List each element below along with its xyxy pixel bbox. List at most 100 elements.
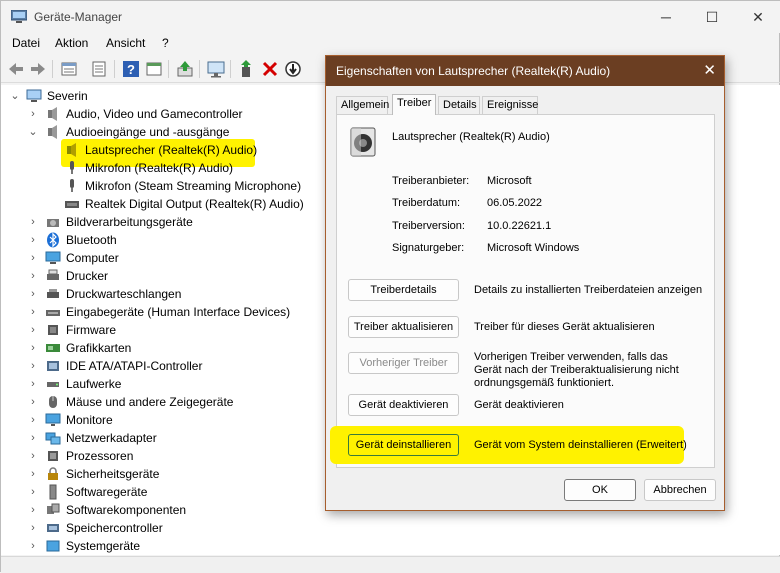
computer-icon	[45, 251, 61, 264]
update-driver-desc: Treiber für dieses Gerät aktualisieren	[474, 321, 655, 333]
digital-output-icon	[65, 201, 79, 208]
prop-value-provider: Microsoft	[487, 175, 532, 187]
security-device-icon	[48, 467, 58, 480]
prop-value-signer: Microsoft Windows	[487, 242, 580, 254]
rollback-driver-desc: Vorherigen Treiber verwenden, falls das …	[474, 351, 679, 389]
speaker-icon	[48, 107, 57, 121]
menu-bar: Datei Aktion Ansicht ?	[1, 34, 780, 54]
minimize-button[interactable]: ─	[643, 1, 689, 33]
cancel-button[interactable]: Abbrechen	[644, 479, 716, 501]
uninstall-device-desc: Gerät vom System deinstallieren (Erweite…	[474, 439, 687, 451]
close-button[interactable]: ✕	[735, 1, 780, 33]
status-bar	[1, 556, 780, 573]
chevron-down-icon[interactable]: ⌄	[9, 90, 21, 102]
tab-allgemein[interactable]: Allgemein	[336, 96, 389, 114]
chevron-down-icon[interactable]: ⌄	[27, 126, 39, 138]
chevron-right-icon[interactable]: ›	[27, 324, 39, 336]
device-manager-app-icon	[11, 10, 27, 23]
scan-hardware-icon[interactable]	[206, 59, 226, 79]
network-adapter-icon	[45, 432, 61, 445]
graphics-card-icon	[46, 344, 60, 352]
software-component-icon	[47, 503, 60, 514]
device-manager-window: Geräte-Manager ─ ☐ ✕ Datei Aktion Ansich…	[0, 0, 780, 573]
rollback-driver-button[interactable]: Vorheriger Treiber	[348, 352, 459, 374]
dialog-title-bar: Eigenschaften von Lautsprecher (Realtek(…	[326, 56, 724, 86]
window-view-icon[interactable]	[144, 59, 164, 79]
forward-icon[interactable]	[28, 59, 48, 79]
window-title: Geräte-Manager	[34, 10, 123, 24]
processor-icon	[48, 451, 58, 461]
disable-device-desc: Gerät deaktivieren	[474, 399, 564, 411]
device-name: Lautsprecher (Realtek(R) Audio)	[392, 131, 550, 143]
driver-details-desc: Details zu installierten Treiberdateien …	[474, 284, 703, 296]
chevron-right-icon[interactable]: ›	[27, 414, 39, 426]
chevron-right-icon[interactable]: ›	[27, 306, 39, 318]
tab-ereignisse[interactable]: Ereignisse	[482, 96, 538, 114]
disable-device-icon[interactable]	[283, 59, 303, 79]
svg-text:?: ?	[127, 62, 135, 77]
disable-device-button[interactable]: Gerät deaktivieren	[348, 394, 459, 416]
chevron-right-icon[interactable]: ›	[27, 342, 39, 354]
chevron-right-icon[interactable]: ›	[27, 288, 39, 300]
tab-details[interactable]: Details	[438, 96, 480, 114]
chevron-right-icon[interactable]: ›	[27, 522, 39, 534]
prop-label-version: Treiberversion:	[392, 220, 465, 232]
show-hide-icon[interactable]	[89, 59, 109, 79]
update-driver-button[interactable]: Treiber aktualisieren	[348, 316, 459, 338]
prop-label-signer: Signaturgeber:	[392, 242, 465, 254]
prop-value-date: 06.05.2022	[487, 197, 543, 209]
speaker-icon	[67, 143, 76, 157]
chevron-right-icon[interactable]: ›	[27, 540, 39, 552]
chevron-right-icon[interactable]: ›	[27, 468, 39, 480]
speaker-device-icon	[350, 127, 376, 157]
back-icon[interactable]	[6, 59, 26, 79]
maximize-button[interactable]: ☐	[689, 1, 735, 33]
dialog-close-icon[interactable]: ✕	[703, 61, 716, 79]
print-queue-icon	[47, 289, 59, 298]
ide-controller-icon	[47, 361, 59, 371]
software-device-icon	[49, 484, 57, 500]
hid-icon	[46, 310, 60, 316]
enable-device-icon[interactable]	[237, 59, 257, 79]
menu-aktion[interactable]: Aktion	[55, 36, 88, 50]
chevron-right-icon[interactable]: ›	[27, 450, 39, 462]
chevron-right-icon[interactable]: ›	[27, 108, 39, 120]
help-icon[interactable]: ?	[121, 59, 141, 79]
monitor-icon	[45, 413, 61, 426]
chevron-right-icon[interactable]: ›	[27, 378, 39, 390]
prop-label-date: Treiberdatum:	[392, 197, 461, 209]
bluetooth-icon	[47, 232, 59, 248]
update-driver-icon[interactable]	[175, 59, 195, 79]
ok-button[interactable]: OK	[564, 479, 636, 501]
chevron-right-icon[interactable]: ›	[27, 216, 39, 228]
menu-help[interactable]: ?	[162, 36, 169, 50]
chevron-right-icon[interactable]: ›	[27, 252, 39, 264]
chevron-right-icon[interactable]: ›	[27, 504, 39, 516]
uninstall-device-icon[interactable]	[260, 59, 280, 79]
storage-controller-icon	[47, 524, 59, 532]
menu-datei[interactable]: Datei	[12, 36, 40, 50]
uninstall-device-button[interactable]: Gerät deinstallieren	[348, 434, 459, 456]
prop-value-version: 10.0.22621.1	[487, 220, 552, 232]
chevron-right-icon[interactable]: ›	[27, 360, 39, 372]
computer-icon	[26, 89, 42, 102]
chevron-right-icon[interactable]: ›	[27, 486, 39, 498]
camera-icon	[47, 219, 59, 227]
properties-dialog: Eigenschaften von Lautsprecher (Realtek(…	[325, 55, 725, 511]
speaker-icon	[48, 125, 57, 139]
system-device-icon	[46, 540, 60, 552]
drive-icon	[47, 382, 59, 387]
prop-label-provider: Treiberanbieter:	[392, 175, 470, 187]
chevron-right-icon[interactable]: ›	[27, 432, 39, 444]
chevron-right-icon[interactable]: ›	[27, 270, 39, 282]
tab-treiber[interactable]: Treiber	[392, 94, 436, 115]
mouse-icon	[49, 396, 57, 408]
microphone-icon	[70, 161, 74, 174]
menu-ansicht[interactable]: Ansicht	[106, 36, 145, 50]
driver-details-button[interactable]: Treiberdetails	[348, 279, 459, 301]
title-bar: Geräte-Manager ─ ☐ ✕	[1, 1, 780, 33]
chevron-right-icon[interactable]: ›	[27, 396, 39, 408]
printer-icon	[47, 269, 59, 280]
properties-view-icon[interactable]	[59, 59, 79, 79]
chevron-right-icon[interactable]: ›	[27, 234, 39, 246]
